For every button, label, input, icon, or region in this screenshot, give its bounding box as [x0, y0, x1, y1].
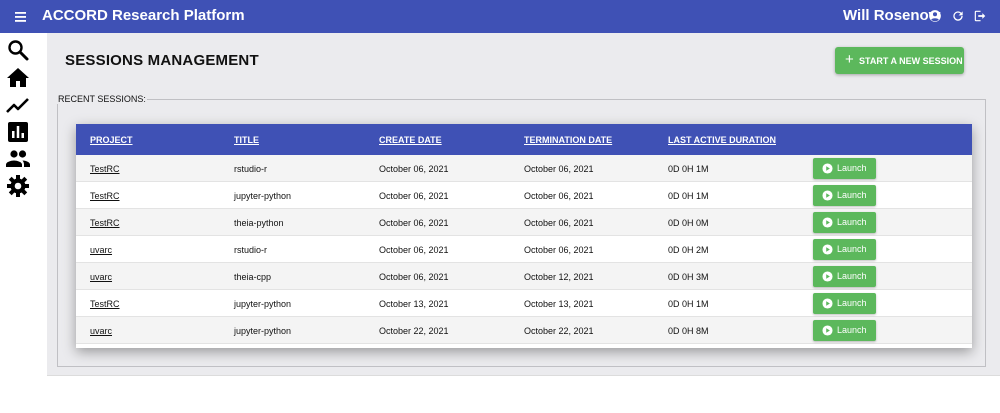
project-link[interactable]: TestRC — [90, 218, 120, 228]
gear-icon[interactable] — [6, 174, 30, 198]
app-title: ACCORD Research Platform — [42, 7, 245, 24]
launch-label: Launch — [837, 244, 867, 254]
play-circle-icon — [822, 298, 833, 309]
play-circle-icon — [822, 190, 833, 201]
recent-sessions-label: RECENT SESSIONS: — [57, 94, 147, 104]
launch-label: Launch — [837, 298, 867, 308]
launch-label: Launch — [837, 190, 867, 200]
table-row: uvarc rstudio-r October 06, 2021 October… — [76, 236, 972, 263]
play-circle-icon — [822, 244, 833, 255]
start-new-session-label: START A NEW SESSION — [859, 56, 963, 66]
create-date: October 06, 2021 — [379, 164, 449, 174]
home-icon[interactable] — [6, 66, 30, 90]
column-header-title[interactable]: TITLE — [234, 135, 259, 145]
logout-icon[interactable] — [973, 9, 987, 23]
table-row: uvarc theia-cpp October 06, 2021 October… — [76, 263, 972, 290]
create-date: October 06, 2021 — [379, 272, 449, 282]
project-link[interactable]: uvarc — [90, 326, 112, 336]
create-date: October 06, 2021 — [379, 191, 449, 201]
column-header-last-active-duration[interactable]: LAST ACTIVE DURATION — [668, 135, 776, 145]
play-circle-icon — [822, 163, 833, 174]
session-title: theia-cpp — [234, 272, 272, 282]
launch-button[interactable]: Launch — [813, 320, 876, 341]
trending-icon[interactable] — [6, 93, 30, 117]
sidebar-nav — [0, 33, 47, 413]
termination-date: October 13, 2021 — [524, 299, 594, 309]
session-title: rstudio-r — [234, 164, 268, 174]
page-footer-area — [47, 375, 1000, 413]
launch-label: Launch — [837, 271, 867, 281]
table-row: TestRC theia-python October 06, 2021 Oct… — [76, 209, 972, 236]
play-circle-icon — [822, 217, 833, 228]
last-active-duration: 0D 0H 1M — [668, 191, 709, 201]
launch-label: Launch — [837, 163, 867, 173]
termination-date: October 06, 2021 — [524, 218, 594, 228]
last-active-duration: 0D 0H 1M — [668, 299, 709, 309]
create-date: October 22, 2021 — [379, 326, 449, 336]
project-link[interactable]: TestRC — [90, 299, 120, 309]
launch-label: Launch — [837, 325, 867, 335]
column-header-project[interactable]: PROJECT — [90, 135, 133, 145]
project-link[interactable]: TestRC — [90, 164, 120, 174]
page-title: SESSIONS MANAGEMENT — [65, 52, 259, 69]
last-active-duration: 0D 0H 8M — [668, 326, 709, 336]
menu-icon[interactable] — [12, 9, 32, 25]
last-active-duration: 0D 0H 1M — [668, 164, 709, 174]
main-content: SESSIONS MANAGEMENT + START A NEW SESSIO… — [47, 33, 1000, 375]
table-row: TestRC jupyter-python October 13, 2021 O… — [76, 290, 972, 317]
create-date: October 13, 2021 — [379, 299, 449, 309]
launch-button[interactable]: Launch — [813, 185, 876, 206]
create-date: October 06, 2021 — [379, 218, 449, 228]
table-row: TestRC jupyter-python October 06, 2021 O… — [76, 182, 972, 209]
search-icon[interactable] — [6, 38, 30, 62]
table-row: TestRC rstudio-r October 06, 2021 Octobe… — [76, 155, 972, 182]
launch-button[interactable]: Launch — [813, 266, 876, 287]
termination-date: October 22, 2021 — [524, 326, 594, 336]
last-active-duration: 0D 0H 2M — [668, 245, 709, 255]
last-active-duration: 0D 0H 0M — [668, 218, 709, 228]
column-header-termination-date[interactable]: TERMINATION DATE — [524, 135, 612, 145]
play-circle-icon — [822, 271, 833, 282]
termination-date: October 06, 2021 — [524, 191, 594, 201]
termination-date: October 06, 2021 — [524, 164, 594, 174]
termination-date: October 12, 2021 — [524, 272, 594, 282]
play-circle-icon — [822, 325, 833, 336]
project-link[interactable]: TestRC — [90, 191, 120, 201]
account-circle-icon[interactable] — [928, 9, 942, 23]
column-header-create-date[interactable]: CREATE DATE — [379, 135, 442, 145]
session-title: jupyter-python — [234, 326, 292, 336]
top-app-bar: ACCORD Research Platform Will Rosenow — [0, 0, 1000, 33]
launch-button[interactable]: Launch — [813, 158, 876, 179]
launch-button[interactable]: Launch — [813, 212, 876, 233]
people-icon[interactable] — [6, 147, 30, 171]
session-title: theia-python — [234, 218, 284, 228]
user-name: Will Rosenow — [843, 7, 941, 24]
launch-label: Launch — [837, 217, 867, 227]
plus-icon: + — [845, 51, 854, 68]
project-link[interactable]: uvarc — [90, 245, 112, 255]
project-link[interactable]: uvarc — [90, 272, 112, 282]
session-title: jupyter-python — [234, 191, 292, 201]
create-date: October 06, 2021 — [379, 245, 449, 255]
session-title: rstudio-r — [234, 245, 268, 255]
sessions-table: PROJECT TITLE CREATE DATE TERMINATION DA… — [76, 124, 972, 348]
bar-chart-icon[interactable] — [6, 120, 30, 144]
last-active-duration: 0D 0H 3M — [668, 272, 709, 282]
table-header: PROJECT TITLE CREATE DATE TERMINATION DA… — [76, 124, 972, 155]
termination-date: October 06, 2021 — [524, 245, 594, 255]
table-row: uvarc jupyter-python October 22, 2021 Oc… — [76, 317, 972, 344]
refresh-icon[interactable] — [951, 9, 965, 23]
launch-button[interactable]: Launch — [813, 239, 876, 260]
start-new-session-button[interactable]: + START A NEW SESSION — [835, 47, 964, 74]
session-title: jupyter-python — [234, 299, 292, 309]
launch-button[interactable]: Launch — [813, 293, 876, 314]
